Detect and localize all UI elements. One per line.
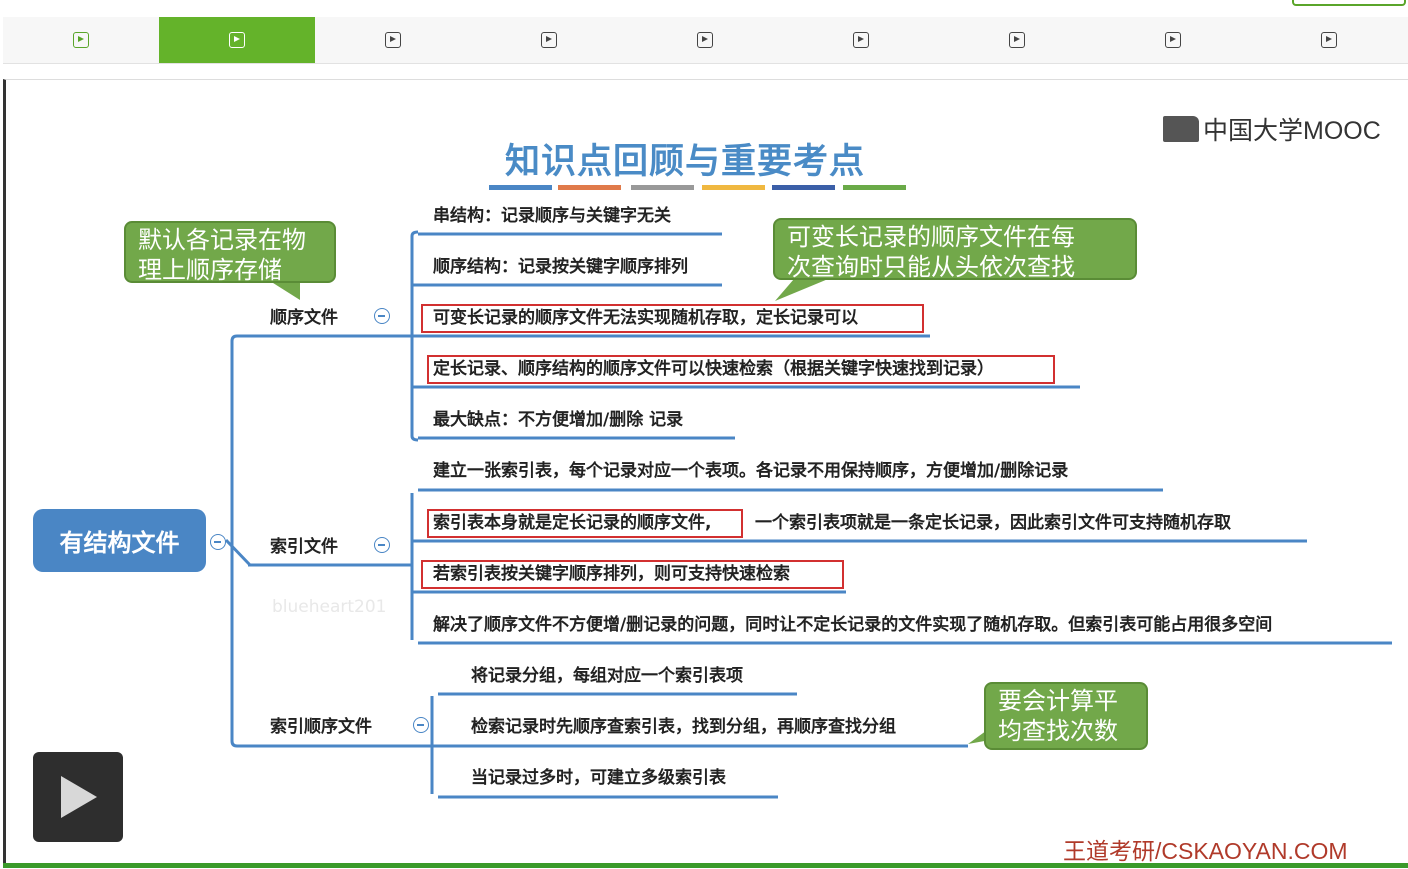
mooc-logo: 中国大学MOOC [1163,114,1381,145]
logo-text: 中国大学MOOC [1203,117,1381,145]
book-logo-icon [1163,116,1199,142]
progress-bar[interactable] [3,863,1408,868]
callout-avg-search: 要会计算平 均查找次数 [984,682,1148,750]
branch-sequential-file: 顺序文件 [270,308,338,328]
highlight-box [427,509,743,538]
watermark: blueheart201 [272,597,387,617]
callout-line: 理上顺序存储 [138,256,282,284]
highlight-box [421,304,924,333]
branch-index-file: 索引文件 [270,537,338,557]
leaf-text: 解决了顺序文件不方便增/删记录的问题，同时让不定长记录的文件实现了随机存取。但索… [433,615,1273,635]
play-button[interactable] [33,752,123,842]
highlight-box [427,355,1055,384]
callout-variable-length: 可变长记录的顺序文件在每 次查询时只能从头依次查找 [773,218,1137,281]
leaf-text: 串结构：记录顺序与关键字无关 [433,206,671,226]
collapse-toggle-icon[interactable] [374,537,390,553]
callout-line: 可变长记录的顺序文件在每 [787,223,1075,251]
leaf-text: 将记录分组，每组对应一个索引表项 [471,666,743,686]
callout-line: 默认各记录在物 [138,226,306,254]
branch-indexed-sequential-file: 索引顺序文件 [270,717,372,737]
callout-line: 均查找次数 [998,717,1118,745]
leaf-text: 建立一张索引表，每个记录对应一个表项。各记录不用保持顺序，方便增加/删除记录 [433,461,1069,481]
collapse-toggle-icon[interactable] [413,717,429,733]
leaf-text: 顺序结构：记录按关键字顺序排列 [433,257,688,277]
callout-line: 次查询时只能从头依次查找 [787,253,1075,281]
leaf-text: 当记录过多时，可建立多级索引表 [471,768,726,788]
highlight-box [421,560,844,589]
leaf-text: 一个索引表项就是一条定长记录，因此索引文件可支持随机存取 [755,513,1231,533]
collapse-toggle-icon[interactable] [374,308,390,324]
root-node: 有结构文件 [33,509,206,572]
footer-brand: 王道考研/CSKAOYAN.COM [1063,838,1348,864]
callout-physical-order: 默认各记录在物 理上顺序存储 [124,221,336,284]
slide-title: 知识点回顾与重要考点 [505,141,866,182]
callout-line: 要会计算平 [998,687,1118,715]
leaf-text: 最大缺点：不方便增加/删除 记录 [433,410,684,430]
leaf-text: 检索记录时先顺序查索引表，找到分组，再顺序查找分组 [471,717,896,737]
collapse-toggle-icon[interactable] [210,534,226,550]
